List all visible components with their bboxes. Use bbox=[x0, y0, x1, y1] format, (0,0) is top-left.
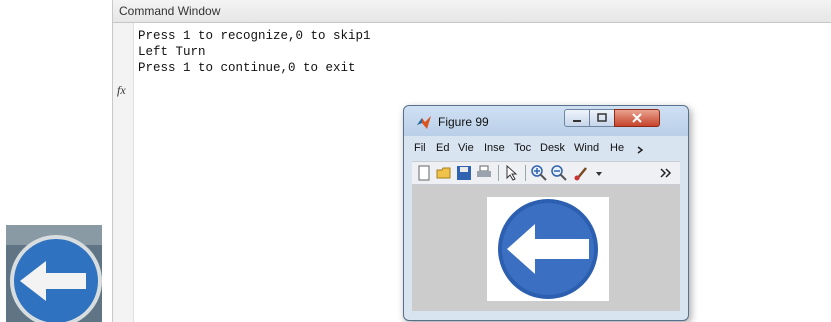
command-window-titlebar: Command Window bbox=[113, 0, 831, 23]
close-button[interactable] bbox=[614, 109, 660, 127]
figure-toolbar bbox=[412, 161, 680, 185]
command-output-line: Left Turn bbox=[138, 45, 206, 59]
matlab-logo-icon bbox=[417, 116, 431, 129]
fx-gutter: fx bbox=[113, 23, 134, 322]
command-window-title: Command Window bbox=[119, 4, 221, 18]
brush-icon[interactable] bbox=[573, 165, 589, 181]
zoom-in-icon[interactable] bbox=[531, 165, 547, 181]
minimize-button[interactable] bbox=[564, 109, 590, 127]
menu-help[interactable]: He bbox=[610, 142, 624, 154]
menu-desktop[interactable]: Desk bbox=[540, 142, 565, 154]
traffic-sign-photo bbox=[6, 225, 102, 322]
save-icon[interactable] bbox=[456, 165, 472, 181]
figure-canvas[interactable] bbox=[412, 185, 680, 311]
menu-window[interactable]: Wind bbox=[574, 142, 599, 154]
menu-file[interactable]: Fil bbox=[414, 142, 426, 154]
pointer-icon[interactable] bbox=[504, 165, 520, 181]
zoom-out-icon[interactable] bbox=[551, 165, 567, 181]
maximize-button[interactable] bbox=[589, 109, 615, 127]
menu-insert[interactable]: Inse bbox=[484, 142, 505, 154]
menu-view[interactable]: Vie bbox=[458, 142, 474, 154]
close-icon bbox=[632, 113, 642, 123]
toolbar-separator bbox=[498, 165, 499, 181]
figure-menubar: Fil Ed Vie Inse Toc Desk Wind He bbox=[412, 140, 680, 158]
menu-edit[interactable]: Ed bbox=[436, 142, 449, 154]
figure-window[interactable]: Figure 99 Fil Ed Vie Inse Toc Desk Wind … bbox=[403, 105, 689, 321]
maximize-icon bbox=[597, 113, 607, 122]
menu-overflow-icon[interactable] bbox=[636, 144, 646, 154]
menu-tools[interactable]: Toc bbox=[514, 142, 531, 154]
new-file-icon[interactable] bbox=[416, 165, 432, 181]
command-prompt-line[interactable]: Press 1 to continue,0 to exit bbox=[138, 61, 356, 75]
more-tools-icon[interactable] bbox=[658, 165, 674, 181]
left-turn-sign-image bbox=[487, 197, 609, 301]
command-output-line: Press 1 to recognize,0 to skip1 bbox=[138, 29, 371, 43]
fx-icon[interactable]: fx bbox=[117, 83, 126, 98]
open-folder-icon[interactable] bbox=[436, 165, 452, 181]
figure-titlebar[interactable]: Figure 99 bbox=[404, 106, 688, 136]
minimize-icon bbox=[573, 120, 581, 122]
figure-title: Figure 99 bbox=[438, 115, 489, 129]
dropdown-arrow-icon[interactable] bbox=[591, 165, 607, 181]
toolbar-separator bbox=[525, 165, 526, 181]
print-icon[interactable] bbox=[476, 165, 492, 181]
